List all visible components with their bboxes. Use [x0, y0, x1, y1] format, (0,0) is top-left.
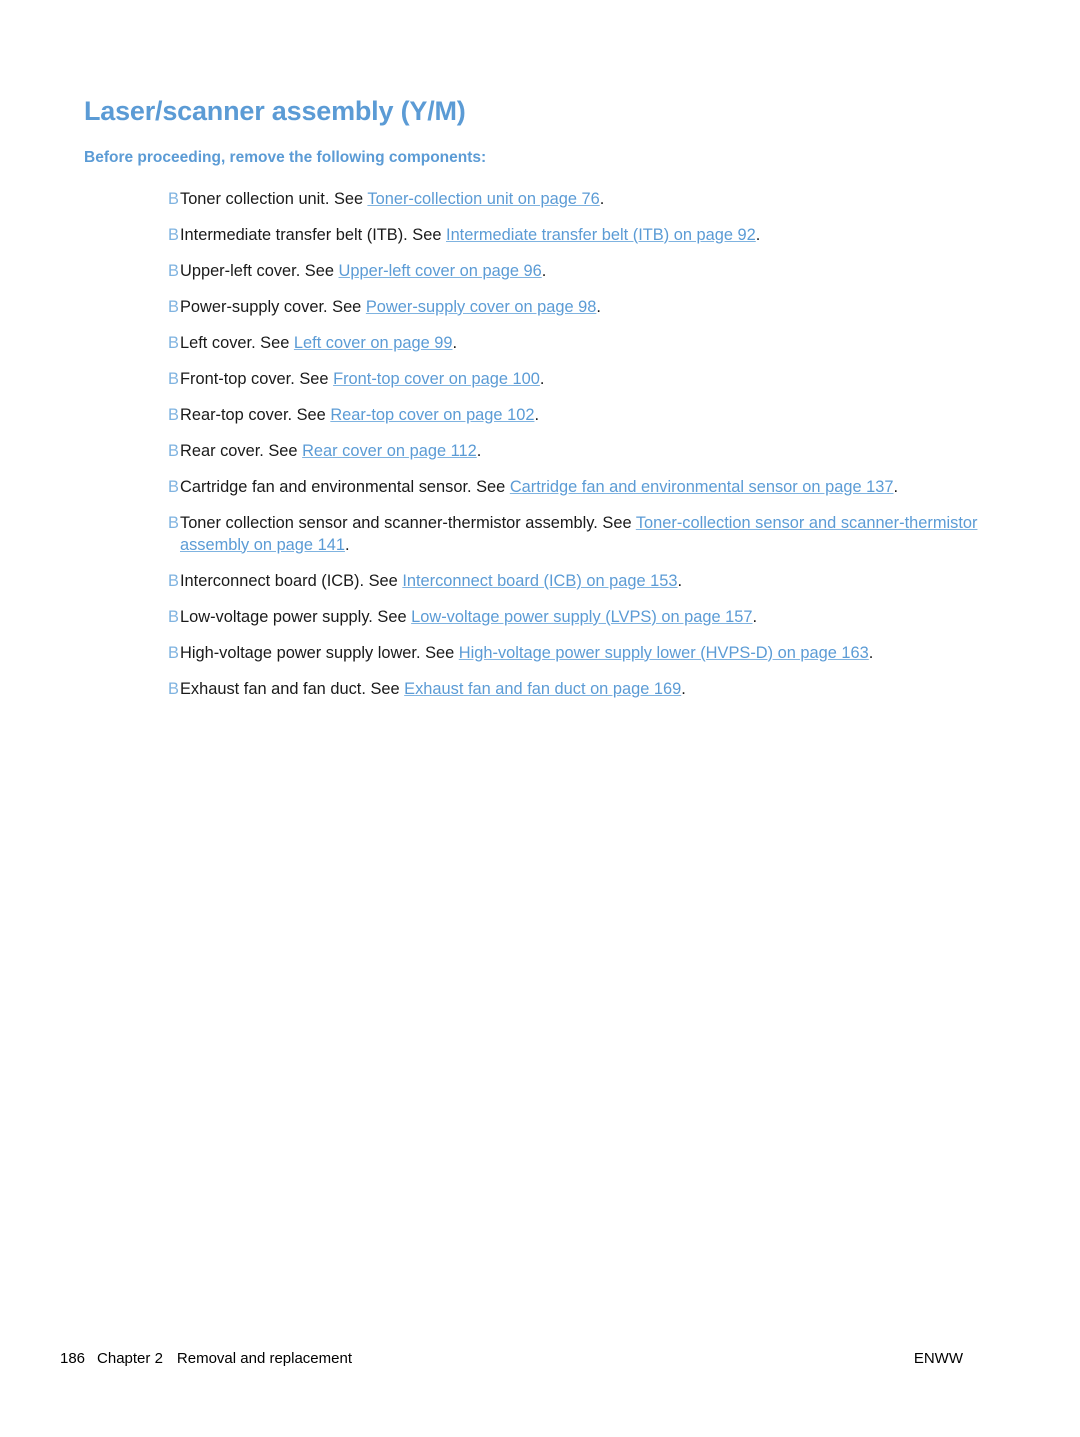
list-item-terminator: .: [681, 679, 686, 698]
bullet-icon: B: [168, 369, 179, 388]
cross-reference-link[interactable]: Front-top cover on page 100: [333, 370, 540, 388]
list-item-terminator: .: [539, 369, 545, 388]
bullet-icon: B: [168, 643, 179, 662]
list-item-terminator: .: [752, 607, 758, 626]
list-item: B Toner collection unit. See Toner-collec…: [84, 188, 994, 210]
cross-reference-link[interactable]: Interconnect board (ICB) on page 153: [402, 572, 677, 590]
list-item-label: Intermediate transfer belt (ITB). See: [180, 225, 447, 244]
list-item-terminator: .: [596, 297, 601, 316]
list-item-label: Toner collection unit. See: [180, 189, 368, 208]
list-item: B Upper-left cover. See Upper-left cover …: [84, 260, 994, 282]
section-lead-text: Before proceeding, remove the following …: [84, 149, 487, 167]
cross-reference-link[interactable]: High-voltage power supply lower (HVPS-D)…: [459, 644, 869, 662]
list-item-label: Interconnect board (ICB). See: [180, 571, 403, 590]
list-item: B Cartridge fan and environmental sensor.…: [84, 476, 994, 498]
bullet-icon: B: [168, 679, 179, 698]
list-item: B Toner collection sensor and scanner-the…: [84, 512, 994, 556]
list-item-label: Front-top cover. See: [180, 369, 334, 388]
list-item-label: Low-voltage power supply. See: [180, 607, 412, 626]
list-item-terminator: .: [599, 189, 605, 208]
bullet-icon: B: [168, 225, 179, 244]
cross-reference-link[interactable]: Rear cover on page 112: [302, 442, 477, 460]
list-item-label: Rear cover. See: [180, 441, 303, 460]
list-item: B Low-voltage power supply. See Low-volta…: [84, 606, 994, 628]
list-item: B Rear-top cover. See Rear-top cover on p…: [84, 404, 994, 426]
cross-reference-link[interactable]: Exhaust fan and fan duct on page 169: [404, 680, 681, 698]
list-item-terminator: .: [344, 535, 350, 554]
bullet-icon: B: [168, 405, 179, 424]
bullet-icon: B: [168, 571, 179, 590]
bullet-icon: B: [168, 477, 179, 496]
list-item-label: Rear-top cover. See: [180, 405, 331, 424]
cross-reference-link[interactable]: Left cover on page 99: [294, 334, 453, 352]
page-title: Laser/scanner assembly (Y/M): [84, 96, 466, 126]
list-item-terminator: .: [893, 477, 899, 496]
bullet-icon: B: [168, 513, 179, 532]
list-item-terminator: .: [755, 225, 761, 244]
cross-reference-link[interactable]: Upper-left cover on page 96: [339, 262, 542, 280]
list-item-label: Exhaust fan and fan duct. See: [180, 679, 405, 698]
list-item-terminator: .: [677, 571, 683, 590]
page-content: Laser/scanner assembly (Y/M) Before proc…: [84, 96, 994, 714]
cross-reference-link[interactable]: Power-supply cover on page 98: [366, 298, 597, 316]
component-removal-list: B Toner collection unit. See Toner-collec…: [84, 188, 994, 700]
cross-reference-link[interactable]: Rear-top cover on page 102: [330, 406, 534, 424]
bullet-icon: B: [168, 297, 179, 316]
list-item-label: Cartridge fan and environmental sensor. …: [180, 477, 510, 496]
list-item: B Rear cover. See Rear cover on page 112.: [84, 440, 994, 462]
document-page: Laser/scanner assembly (Y/M) Before proc…: [0, 0, 1080, 1437]
cross-reference-link[interactable]: Cartridge fan and environmental sensor o…: [510, 478, 894, 496]
list-item-label: High-voltage power supply lower. See: [180, 643, 459, 662]
list-item-terminator: .: [868, 643, 874, 662]
list-item: B Intermediate transfer belt (ITB). See I…: [84, 224, 994, 246]
list-item-terminator: .: [476, 441, 482, 460]
list-item-label: Power-supply cover. See: [180, 297, 366, 316]
list-item: B High-voltage power supply lower. See Hi…: [84, 642, 994, 664]
list-item-terminator: .: [452, 333, 458, 352]
footer-imprint: ENWW: [913, 1350, 963, 1367]
footer-chapter-title: Removal and replacement: [176, 1350, 352, 1367]
bullet-icon: B: [168, 189, 179, 208]
list-item-label: Upper-left cover. See: [180, 261, 339, 280]
cross-reference-link[interactable]: Low-voltage power supply (LVPS) on page …: [411, 608, 752, 626]
footer-chapter: Chapter 2: [97, 1350, 163, 1367]
page-footer: 186 Chapter 2 Removal and replacement ENWW: [60, 1350, 1020, 1374]
bullet-icon: B: [168, 261, 179, 280]
bullet-icon: B: [168, 607, 179, 626]
cross-reference-link[interactable]: Intermediate transfer belt (ITB) on page…: [446, 226, 756, 244]
list-item: B Front-top cover. See Front-top cover on…: [84, 368, 994, 390]
footer-left: 186 Chapter 2 Removal and replacement: [60, 1350, 352, 1367]
cross-reference-link[interactable]: Toner-collection unit on page 76: [367, 190, 599, 208]
list-item-terminator: .: [541, 261, 547, 280]
list-item: B Left cover. See Left cover on page 99.: [84, 332, 994, 354]
bullet-icon: B: [168, 333, 179, 352]
list-item-terminator: .: [534, 405, 539, 424]
list-item: B Exhaust fan and fan duct. See Exhaust f…: [84, 678, 994, 700]
list-item: B Interconnect board (ICB). See Interconn…: [84, 570, 994, 592]
bullet-icon: B: [168, 441, 179, 460]
list-item-label: Left cover. See: [180, 333, 294, 352]
list-item-label: Toner collection sensor and scanner-ther…: [180, 513, 636, 532]
footer-page-number: 186: [60, 1350, 86, 1367]
list-item: B Power-supply cover. See Power-supply co…: [84, 296, 994, 318]
